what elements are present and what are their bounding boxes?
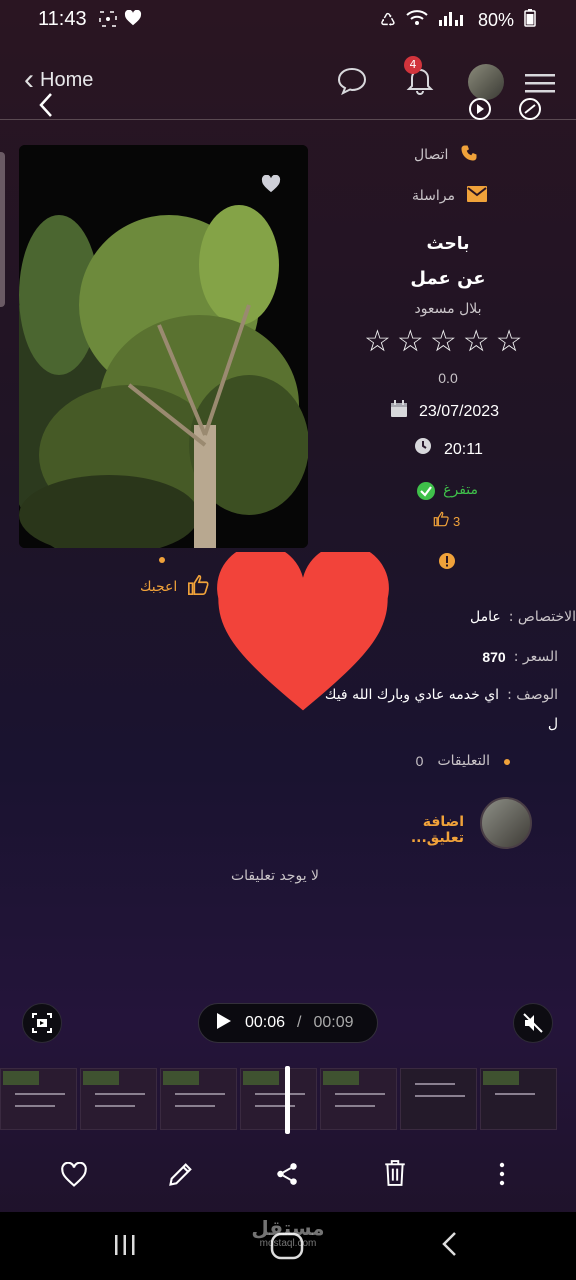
back-home-button[interactable]: ‹ Home <box>24 63 94 96</box>
rotate-play-icon[interactable] <box>466 96 494 126</box>
watermark-logo: مستقل mostaql.com <box>251 1216 325 1249</box>
thumbs-up-icon <box>433 511 449 531</box>
post-time: 20:11 <box>444 441 483 458</box>
star-icon[interactable]: ☆ <box>397 324 424 359</box>
bottom-toolbar <box>0 1150 576 1200</box>
owner-name: بلال مسعود <box>414 301 482 317</box>
dot-indicator <box>159 557 165 563</box>
edge-panel-handle[interactable] <box>0 152 5 307</box>
timeline-cursor[interactable] <box>285 1066 290 1134</box>
wifi-icon <box>406 10 428 31</box>
trash-icon[interactable] <box>382 1158 408 1192</box>
availability-status: متفرغ <box>443 482 478 498</box>
chevron-left-icon: ‹ <box>24 63 34 96</box>
battery-percent: 80% <box>477 10 514 30</box>
mute-button[interactable] <box>513 1003 553 1043</box>
star-icon[interactable]: ☆ <box>463 324 490 359</box>
video-back-icon[interactable] <box>38 92 54 122</box>
total-time: 00:09 <box>313 1014 354 1031</box>
timeline-thumb[interactable] <box>480 1068 557 1130</box>
timeline-thumb[interactable] <box>160 1068 237 1130</box>
play-icon[interactable] <box>213 1011 233 1036</box>
screenshot-icon <box>32 1013 52 1033</box>
call-button[interactable]: اتصال <box>414 144 478 166</box>
status-time: 11:43 <box>38 8 87 30</box>
auto-rotate-icon[interactable] <box>516 96 544 126</box>
system-nav-bar: مستقل mostaql.com <box>0 1212 576 1280</box>
speaker-muted-icon <box>523 1013 543 1033</box>
phone-icon <box>460 144 478 166</box>
status-icons: ♺ 80% <box>380 9 536 32</box>
job-title-line2: عن عمل <box>410 268 486 289</box>
thumbs-up-icon <box>187 574 209 600</box>
battery-icon <box>524 9 536 32</box>
commenter-avatar <box>480 797 532 849</box>
time-separator: / <box>297 1014 302 1031</box>
app-header: ‹ Home 4 <box>0 50 576 120</box>
chat-bubble-icon[interactable] <box>336 66 368 100</box>
message-label: مراسلة <box>412 188 455 204</box>
message-button[interactable]: مراسلة <box>412 186 487 206</box>
comments-header: التعليقات 0 <box>415 753 490 769</box>
more-vertical-icon[interactable] <box>494 1160 510 1192</box>
capture-button[interactable] <box>22 1003 62 1043</box>
signal-icon <box>438 10 468 31</box>
no-comments-text: لا يوجد تعليقات <box>230 868 320 884</box>
notification-badge: 4 <box>404 56 422 74</box>
timeline-thumb[interactable] <box>0 1068 77 1130</box>
envelope-icon <box>466 186 487 206</box>
playback-pill[interactable]: 00:06 / 00:09 <box>198 1003 378 1043</box>
job-photo[interactable] <box>19 145 308 548</box>
heart-icon <box>214 544 392 718</box>
clock-icon <box>414 437 432 459</box>
rating-stars[interactable]: ☆ ☆ ☆ ☆ ☆ <box>364 324 523 359</box>
star-icon[interactable]: ☆ <box>364 324 391 359</box>
menu-icon[interactable] <box>524 72 556 98</box>
avatar[interactable] <box>468 64 504 100</box>
description-wrap: ل <box>547 716 558 732</box>
timeline-thumb[interactable] <box>320 1068 397 1130</box>
heart-outline-icon[interactable] <box>60 1161 88 1192</box>
calendar-icon <box>390 400 408 422</box>
job-title-line1: باحث <box>426 234 470 254</box>
recents-icon[interactable] <box>112 1232 138 1262</box>
screen-record-icon <box>98 10 118 32</box>
star-icon[interactable]: ☆ <box>430 324 457 359</box>
share-icon[interactable] <box>274 1160 300 1192</box>
post-date: 23/07/2023 <box>419 403 500 420</box>
heart-status-icon <box>124 9 142 30</box>
rating-value: 0.0 <box>438 370 458 386</box>
star-icon[interactable]: ☆ <box>496 324 523 359</box>
favorite-heart-icon[interactable] <box>261 174 281 197</box>
call-label: اتصال <box>414 147 449 163</box>
status-bar: 11:43 ♺ 80% <box>0 0 576 40</box>
comments-dot <box>504 759 510 765</box>
battery-saver-icon: ♺ <box>379 10 396 30</box>
like-button[interactable]: اعجبك <box>140 574 209 600</box>
timeline-thumb[interactable] <box>240 1068 317 1130</box>
pencil-icon[interactable] <box>167 1160 195 1192</box>
back-label: Home <box>40 68 94 91</box>
add-comment-input[interactable]: اضافة تعليق... <box>370 814 464 846</box>
back-nav-icon[interactable] <box>440 1230 458 1262</box>
likes-count: 3 <box>433 511 460 531</box>
current-time: 00:06 <box>245 1014 286 1031</box>
timeline-thumb[interactable] <box>400 1068 477 1130</box>
warning-icon[interactable] <box>438 552 456 574</box>
timeline-thumb[interactable] <box>80 1068 157 1130</box>
notifications-button[interactable]: 4 <box>404 56 436 100</box>
